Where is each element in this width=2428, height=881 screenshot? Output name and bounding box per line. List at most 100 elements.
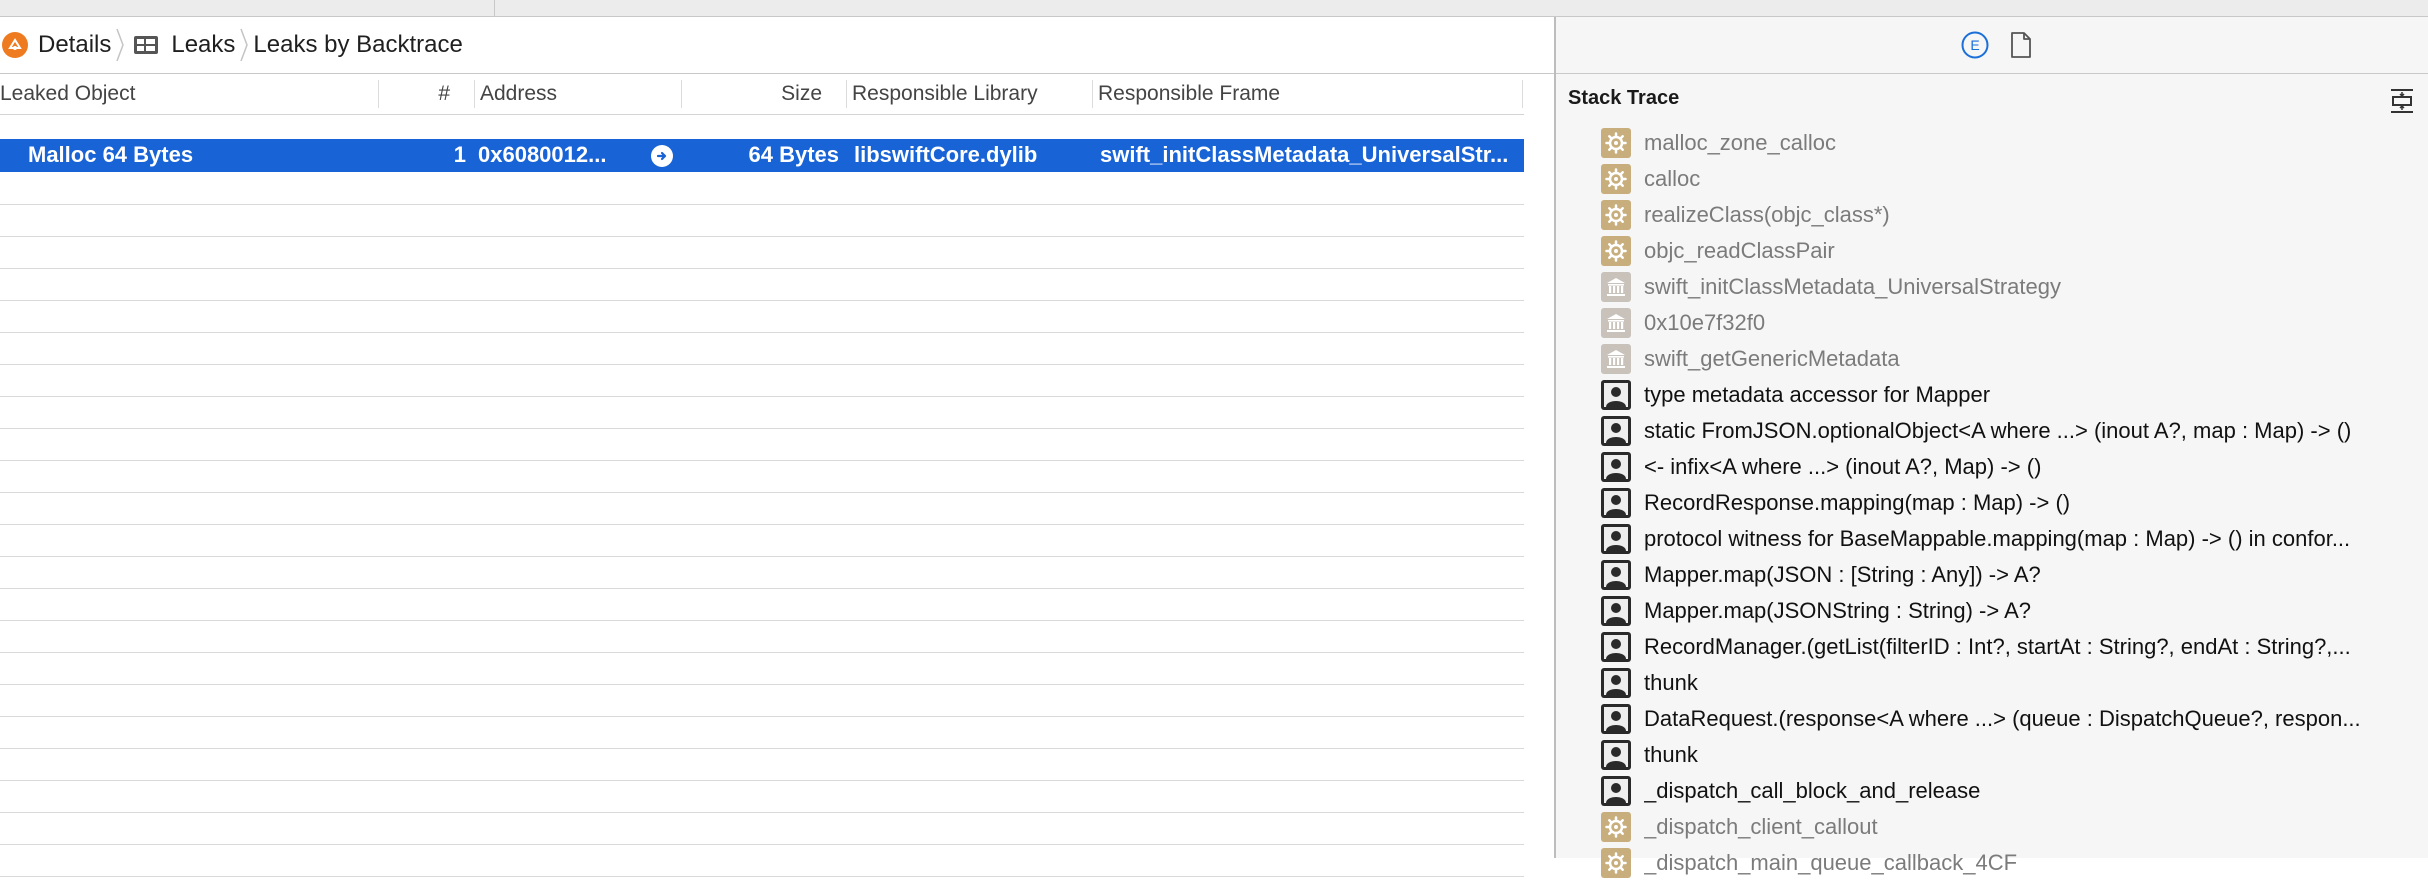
inspector-pane: E Stack Trace malloc_zone_calloccalloc re… xyxy=(1556,17,2428,878)
stack-frame-label: calloc xyxy=(1644,166,1701,191)
stack-frame-row[interactable]: malloc_zone_calloc xyxy=(1601,125,2421,161)
stack-frame-label: protocol witness for BaseMappable.mappin… xyxy=(1644,526,2351,551)
stack-frame-label: static FromJSON.optionalObject<A where .… xyxy=(1644,418,2352,443)
extended-detail-icon: E xyxy=(1961,31,1989,59)
table-row-empty xyxy=(0,236,1524,269)
stack-frame-row[interactable]: thunk xyxy=(1601,665,2421,701)
breadcrumb-item-leaks-by-backtrace[interactable]: Leaks by Backtrace xyxy=(253,17,462,73)
table-scroll-gutter xyxy=(1524,74,1554,858)
column-header-count[interactable]: # xyxy=(380,74,450,114)
user-code-icon xyxy=(1601,560,1631,590)
table-row-selected[interactable]: Malloc 64 Bytes 1 0x6080012... 64 Bytes … xyxy=(0,139,1524,172)
stack-frame-label: realizeClass(objc_class*) xyxy=(1644,202,1890,227)
stack-frame-row[interactable]: DataRequest.(response<A where ...> (queu… xyxy=(1601,701,2421,737)
stack-frame-row[interactable]: <- infix<A where ...> (inout A?, Map) ->… xyxy=(1601,449,2421,485)
column-divider[interactable] xyxy=(681,80,682,108)
user-code-icon xyxy=(1601,776,1631,806)
cell-size: 64 Bytes xyxy=(748,142,839,167)
breadcrumb-item-details[interactable]: Details xyxy=(0,17,111,73)
stack-frame-label: thunk xyxy=(1644,670,1698,695)
stack-frame-row[interactable]: _dispatch_call_block_and_release xyxy=(1601,773,2421,809)
table-row-empty xyxy=(0,588,1524,621)
stack-frame-row[interactable]: calloc xyxy=(1601,161,2421,197)
column-header-leaked-object[interactable]: Leaked Object xyxy=(0,74,378,114)
column-divider[interactable] xyxy=(1092,80,1093,108)
breadcrumb-label: Leaks by Backtrace xyxy=(253,31,463,58)
stack-frame-row[interactable]: protocol witness for BaseMappable.mappin… xyxy=(1601,521,2421,557)
stack-frame-row[interactable]: _dispatch_main_queue_callback_4CF xyxy=(1601,845,2421,881)
table-grid-icon xyxy=(133,35,159,55)
stack-frame-row[interactable]: swift_getGenericMetadata xyxy=(1601,341,2421,377)
stack-frame-row[interactable]: objc_readClassPair xyxy=(1601,233,2421,269)
column-header-size[interactable]: Size xyxy=(683,74,822,114)
table-row-empty xyxy=(0,780,1524,813)
user-code-icon xyxy=(1601,704,1631,734)
stack-frame-row[interactable]: 0x10e7f32f0 xyxy=(1601,305,2421,341)
stack-frame-label: _dispatch_main_queue_callback_4CF xyxy=(1644,850,2018,875)
table-row-empty xyxy=(0,428,1524,461)
table-row-empty xyxy=(0,652,1524,685)
document-icon xyxy=(2011,32,2031,58)
table-row-empty xyxy=(0,396,1524,429)
gear-icon xyxy=(1601,236,1631,266)
user-code-icon xyxy=(1601,416,1631,446)
table-row-empty xyxy=(0,716,1524,749)
inspector-toolbar: E xyxy=(1556,17,2428,74)
gear-icon xyxy=(1601,164,1631,194)
table-row-empty xyxy=(0,172,1524,205)
cell-library: libswiftCore.dylib xyxy=(854,142,1038,167)
gear-icon xyxy=(1601,128,1631,158)
stack-frame-label: Mapper.map(JSONString : String) -> A? xyxy=(1644,598,2031,623)
column-divider xyxy=(1522,80,1523,108)
stack-frame-row[interactable]: Mapper.map(JSON : [String : Any]) -> A? xyxy=(1601,557,2421,593)
table-row-empty xyxy=(0,492,1524,525)
stack-frame-row[interactable]: _dispatch_client_callout xyxy=(1601,809,2421,845)
collapse-icon xyxy=(2391,89,2413,113)
user-code-icon xyxy=(1601,632,1631,662)
stack-frame-label: _dispatch_call_block_and_release xyxy=(1644,778,1981,803)
cell-address: 0x6080012... xyxy=(478,142,607,167)
stack-frame-label: type metadata accessor for Mapper xyxy=(1644,382,1991,407)
user-code-icon xyxy=(1601,488,1631,518)
cell-leaked-object: Malloc 64 Bytes xyxy=(28,142,194,167)
library-icon xyxy=(1601,344,1631,374)
gear-icon xyxy=(1601,812,1631,842)
column-divider[interactable] xyxy=(474,80,475,108)
table-row-empty xyxy=(0,556,1524,589)
column-divider[interactable] xyxy=(846,80,847,108)
stack-frame-row[interactable]: swift_initClassMetadata_UniversalStrateg… xyxy=(1601,269,2421,305)
go-to-arrow-icon[interactable] xyxy=(651,145,673,167)
stack-frame-label: malloc_zone_calloc xyxy=(1644,130,1836,155)
column-header-library[interactable]: Responsible Library xyxy=(852,74,1092,114)
table-row-empty xyxy=(0,620,1524,653)
leaks-table-body: Malloc 64 Bytes 1 0x6080012... 64 Bytes … xyxy=(0,122,1524,877)
table-row-empty xyxy=(0,268,1524,301)
table-row-empty xyxy=(0,332,1524,365)
chevron-right-icon xyxy=(235,17,253,73)
stack-frame-label: Mapper.map(JSON : [String : Any]) -> A? xyxy=(1644,562,2041,587)
breadcrumb-label: Leaks xyxy=(171,31,236,58)
stack-frame-label: swift_getGenericMetadata xyxy=(1644,346,1900,371)
stack-trace-title: Stack Trace xyxy=(1568,87,1680,109)
file-inspector-button[interactable] xyxy=(2006,30,2036,60)
extended-detail-button[interactable]: E xyxy=(1960,30,1990,60)
library-icon xyxy=(1601,308,1631,338)
user-code-icon xyxy=(1601,380,1631,410)
stack-frame-row[interactable]: RecordResponse.mapping(map : Map) -> () xyxy=(1601,485,2421,521)
breadcrumb-item-leaks[interactable]: Leaks xyxy=(129,17,235,73)
column-header-address[interactable]: Address xyxy=(480,74,680,114)
table-row-empty xyxy=(0,684,1524,717)
breadcrumb: Details Leaks Leaks by Backtrace xyxy=(0,17,1554,74)
table-row-empty xyxy=(0,300,1524,333)
collapse-frames-button[interactable] xyxy=(2388,87,2416,115)
table-row-empty xyxy=(0,204,1524,237)
table-row-empty xyxy=(0,364,1524,397)
stack-frame-row[interactable]: RecordManager.(getList(filterID : Int?, … xyxy=(1601,629,2421,665)
stack-frame-row[interactable]: static FromJSON.optionalObject<A where .… xyxy=(1601,413,2421,449)
column-divider[interactable] xyxy=(378,80,379,108)
column-header-frame[interactable]: Responsible Frame xyxy=(1098,74,1518,114)
stack-frame-row[interactable]: type metadata accessor for Mapper xyxy=(1601,377,2421,413)
stack-frame-row[interactable]: Mapper.map(JSONString : String) -> A? xyxy=(1601,593,2421,629)
stack-frame-row[interactable]: realizeClass(objc_class*) xyxy=(1601,197,2421,233)
stack-frame-row[interactable]: thunk xyxy=(1601,737,2421,773)
